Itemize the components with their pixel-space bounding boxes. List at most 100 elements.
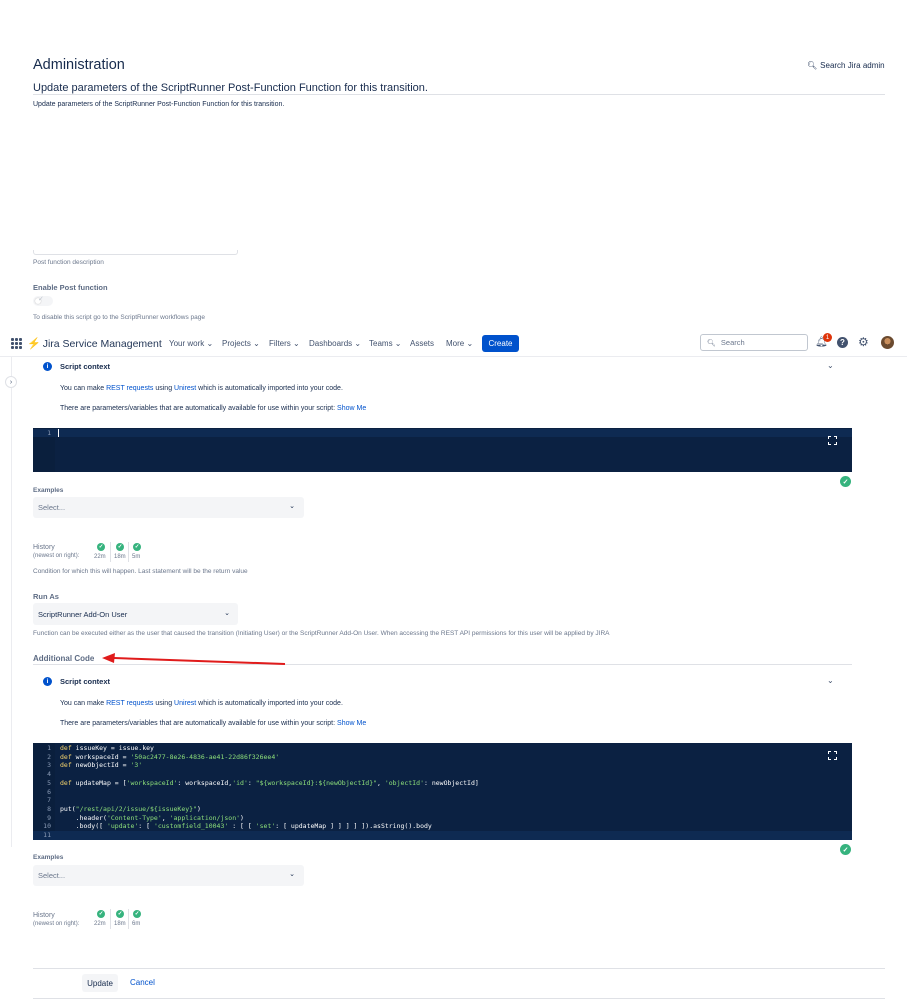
code-text: .header('Content-Type', 'application/jso… xyxy=(60,813,244,822)
create-button[interactable]: Create xyxy=(482,335,519,352)
examples-select[interactable]: Select... ⌄ xyxy=(33,497,304,518)
code-text: .body([ 'update': [ 'customfield_10043' … xyxy=(60,822,432,831)
post-function-description-field[interactable] xyxy=(33,250,238,255)
condition-code-editor[interactable]: 1 xyxy=(33,428,852,472)
code-line: 1 def issueKey = issue.key xyxy=(33,744,852,753)
disable-hint: To disable this script go to the ScriptR… xyxy=(33,314,205,321)
history-check-icon[interactable]: ✓ xyxy=(133,543,141,551)
history-time[interactable]: 5m xyxy=(132,554,140,560)
enable-post-function-label: Enable Post function xyxy=(33,283,108,292)
script-context-line2: There are parameters/variables that are … xyxy=(60,405,367,412)
page-subheading: Update parameters of the ScriptRunner Po… xyxy=(33,101,285,108)
history-label: History xyxy=(33,544,55,551)
line-number: 11 xyxy=(43,831,51,839)
additional-code-editor[interactable]: 1 def issueKey = issue.key 2 def workspaceI… xyxy=(33,743,852,840)
run-as-select[interactable]: ScriptRunner Add-On User ⌄ xyxy=(33,603,238,625)
red-arrow-annotation xyxy=(102,653,286,665)
rest-requests-link[interactable]: REST requests xyxy=(106,700,153,707)
line-number: 9 xyxy=(47,813,51,822)
history-time[interactable]: 18m xyxy=(114,554,126,560)
code-text: def issueKey = issue.key xyxy=(60,744,154,752)
rest-requests-link[interactable]: REST requests xyxy=(106,385,153,392)
show-me-link[interactable]: Show Me xyxy=(337,405,366,412)
bolt-logo-icon: ⚡ xyxy=(27,338,41,350)
gear-icon[interactable]: ⚙ xyxy=(858,335,869,349)
history-check-icon[interactable]: ✓ xyxy=(97,543,105,551)
page-heading: Update parameters of the ScriptRunner Po… xyxy=(33,82,428,94)
expand-sidebar-button[interactable]: › xyxy=(5,376,17,388)
line-number: 10 xyxy=(43,822,51,831)
chevron-down-icon[interactable]: ⌄ xyxy=(827,676,834,685)
run-as-hint: Function can be executed either as the u… xyxy=(33,630,610,637)
examples-select[interactable]: Select... ⌄ xyxy=(33,865,304,886)
search-icon: 🔍︎ xyxy=(807,61,818,70)
script-context-title: Script context xyxy=(60,362,111,371)
line-number: 4 xyxy=(47,770,51,779)
post-function-description-hint: Post function description xyxy=(33,259,104,266)
code-line: 9 .header('Content-Type', 'application/j… xyxy=(33,814,852,823)
code-line: 1 xyxy=(33,429,852,437)
check-circle-icon: ✓ xyxy=(840,476,851,487)
chevron-down-icon: ⌄ xyxy=(293,339,300,348)
additional-code-label: Additional Code xyxy=(33,654,95,663)
code-text: def newObjectId = '3' xyxy=(60,761,143,770)
line-number: 5 xyxy=(47,778,51,787)
expand-icon[interactable] xyxy=(828,436,837,445)
code-line: 3 def newObjectId = '3' xyxy=(33,761,852,770)
code-line: 11 xyxy=(33,831,852,840)
history-check-icon[interactable]: ✓ xyxy=(97,910,105,918)
code-line: 6 xyxy=(33,788,852,797)
history-time[interactable]: 18m xyxy=(114,921,126,927)
update-button[interactable]: Update xyxy=(82,974,118,992)
nav-assets[interactable]: Assets xyxy=(410,339,434,348)
history-time[interactable]: 22m xyxy=(94,921,106,927)
chevron-down-icon: ⌄ xyxy=(354,339,362,348)
history-time[interactable]: 22m xyxy=(94,554,106,560)
unirest-link[interactable]: Unirest xyxy=(174,700,196,707)
script-context-line1: You can make REST requests using Unirest… xyxy=(60,385,343,392)
line-number: 3 xyxy=(47,761,51,770)
help-icon[interactable]: ? xyxy=(837,337,848,348)
history-check-icon[interactable]: ✓ xyxy=(116,543,124,551)
notification-badge: 1 xyxy=(823,333,832,342)
unirest-link[interactable]: Unirest xyxy=(174,385,196,392)
history-check-icon[interactable]: ✓ xyxy=(133,910,141,918)
info-icon: i xyxy=(43,677,52,686)
nav-filters[interactable]: Filters ⌄ xyxy=(269,339,300,348)
page-title: Administration xyxy=(33,57,125,73)
history-time[interactable]: 6m xyxy=(132,921,140,927)
history-check-icon[interactable]: ✓ xyxy=(116,910,124,918)
nav-projects[interactable]: Projects ⌄ xyxy=(222,339,260,348)
chevron-down-icon: ⌄ xyxy=(253,339,260,348)
avatar[interactable] xyxy=(881,336,894,349)
enable-post-function-toggle[interactable]: ✓ xyxy=(33,296,53,306)
divider xyxy=(33,94,885,95)
search-input[interactable]: 🔍︎ Search xyxy=(700,334,808,351)
script-context-line1: You can make REST requests using Unirest… xyxy=(60,700,343,707)
chevron-down-icon: ⌄ xyxy=(289,871,295,878)
sidebar-divider xyxy=(11,357,12,847)
nav-your-work[interactable]: Your work ⌄ xyxy=(169,339,213,348)
history-label: History xyxy=(33,912,55,919)
nav-more[interactable]: More ⌄ xyxy=(446,339,473,348)
chevron-down-icon: ⌄ xyxy=(224,610,230,617)
code-line: 5 def updateMap = ['workspaceId': workspa… xyxy=(33,779,852,788)
nav-dashboards[interactable]: Dashboards ⌄ xyxy=(309,339,361,348)
chevron-down-icon: ⌄ xyxy=(206,339,214,348)
jira-logo[interactable]: ⚡ Jira Service Management xyxy=(27,337,162,351)
chevron-down-icon: ⌄ xyxy=(466,339,474,348)
search-admin-link[interactable]: 🔍︎ Search Jira admin xyxy=(807,61,885,70)
cancel-button[interactable]: Cancel xyxy=(130,978,155,987)
code-line: 7 xyxy=(33,796,852,805)
show-me-link[interactable]: Show Me xyxy=(337,720,366,727)
condition-hint: Condition for which this will happen. La… xyxy=(33,568,248,575)
app-switcher-icon[interactable] xyxy=(11,338,22,349)
nav-teams[interactable]: Teams ⌄ xyxy=(369,339,402,348)
chevron-down-icon[interactable]: ⌄ xyxy=(827,361,834,370)
divider xyxy=(33,968,885,969)
code-text: put("/rest/api/2/issue/${issueKey}") xyxy=(60,804,201,813)
code-line: 4 xyxy=(33,770,852,779)
code-line: 8 put("/rest/api/2/issue/${issueKey}") xyxy=(33,805,852,814)
